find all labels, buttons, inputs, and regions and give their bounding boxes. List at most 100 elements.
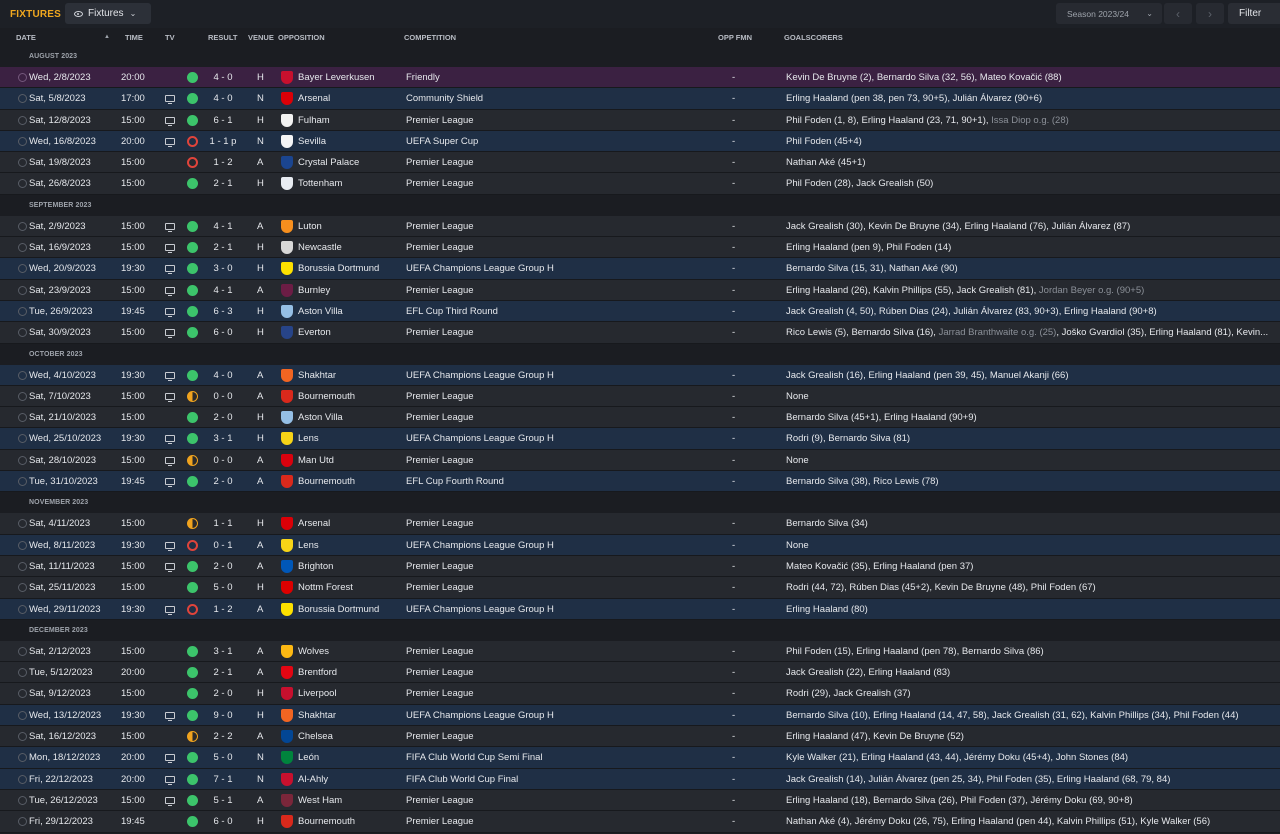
fixture-score[interactable]: 1 - 2 bbox=[202, 157, 244, 168]
competition-link[interactable]: Premier League bbox=[406, 412, 474, 423]
fixture-row[interactable]: Wed, 16/8/2023 20:00 1 - 1 p N Sevilla UEFA S… bbox=[0, 130, 1280, 153]
fixture-score[interactable]: 3 - 1 bbox=[202, 433, 244, 444]
fixture-score[interactable]: 5 - 0 bbox=[202, 752, 244, 763]
competition-link[interactable]: Friendly bbox=[406, 72, 440, 83]
opposition-link[interactable]: Borussia Dortmund bbox=[298, 263, 379, 274]
competition-link[interactable]: FIFA Club World Cup Final bbox=[406, 774, 518, 785]
fixture-row[interactable]: Sat, 28/10/2023 15:00 0 - 0 A Man Utd Premier… bbox=[0, 449, 1280, 472]
row-select-checkbox[interactable] bbox=[18, 689, 27, 699]
column-header-result[interactable]: RESULT bbox=[208, 33, 237, 42]
fixture-score[interactable]: 2 - 1 bbox=[202, 242, 244, 253]
row-select-checkbox[interactable] bbox=[18, 583, 27, 593]
opposition-link[interactable]: Liverpool bbox=[298, 688, 337, 699]
competition-link[interactable]: Premier League bbox=[406, 221, 474, 232]
fixture-row[interactable]: Sat, 26/8/2023 15:00 2 - 1 H Tottenham Premie… bbox=[0, 173, 1280, 195]
fixture-row[interactable]: Sat, 30/9/2023 15:00 6 - 0 H Everton Premier … bbox=[0, 322, 1280, 344]
competition-link[interactable]: Premier League bbox=[406, 455, 474, 466]
fixture-score[interactable]: 4 - 0 bbox=[202, 370, 244, 381]
fixture-row[interactable]: Sat, 2/12/2023 15:00 3 - 1 A Wolves Premier L… bbox=[0, 640, 1280, 663]
row-select-checkbox[interactable] bbox=[18, 391, 27, 401]
fixture-row[interactable]: Wed, 20/9/2023 19:30 3 - 0 H Borussia Dortmu… bbox=[0, 258, 1280, 280]
row-select-checkbox[interactable] bbox=[18, 306, 27, 316]
row-select-checkbox[interactable] bbox=[18, 455, 27, 465]
row-select-checkbox[interactable] bbox=[18, 434, 27, 444]
fixture-row[interactable]: Tue, 5/12/2023 20:00 2 - 1 A Brentford Premie… bbox=[0, 662, 1280, 684]
column-header-date[interactable]: DATE bbox=[16, 33, 36, 42]
opposition-link[interactable]: Aston Villa bbox=[298, 412, 343, 423]
fixture-score[interactable]: 1 - 1 bbox=[202, 518, 244, 529]
fixture-row[interactable]: Sat, 19/8/2023 15:00 1 - 2 A Crystal Palace P… bbox=[0, 152, 1280, 174]
competition-link[interactable]: Premier League bbox=[406, 795, 474, 806]
fixture-score[interactable]: 5 - 0 bbox=[202, 582, 244, 593]
opposition-link[interactable]: Shakhtar bbox=[298, 370, 336, 381]
row-select-checkbox[interactable] bbox=[18, 561, 27, 571]
fixture-row[interactable]: Sat, 5/8/2023 17:00 4 - 0 N Arsenal Community… bbox=[0, 88, 1280, 110]
opposition-link[interactable]: Al-Ahly bbox=[298, 774, 328, 785]
fixture-score[interactable]: 2 - 0 bbox=[202, 412, 244, 423]
opposition-link[interactable]: Sevilla bbox=[298, 136, 326, 147]
competition-link[interactable]: Premier League bbox=[406, 646, 474, 657]
fixture-row[interactable]: Sat, 4/11/2023 15:00 1 - 1 H Arsenal Premier … bbox=[0, 513, 1280, 535]
season-dropdown[interactable]: Season 2023/24 ⌄ bbox=[1056, 3, 1162, 24]
fixture-row[interactable]: Mon, 18/12/2023 20:00 5 - 0 N León FIFA Club … bbox=[0, 747, 1280, 769]
row-select-checkbox[interactable] bbox=[18, 646, 27, 656]
opposition-link[interactable]: Newcastle bbox=[298, 242, 342, 253]
competition-link[interactable]: EFL Cup Fourth Round bbox=[406, 476, 504, 487]
row-select-checkbox[interactable] bbox=[18, 136, 27, 146]
fixture-score[interactable]: 0 - 1 bbox=[202, 540, 244, 551]
fixture-row[interactable]: Fri, 29/12/2023 19:45 6 - 0 H Bournemouth Pre… bbox=[0, 811, 1280, 833]
view-dropdown[interactable]: Fixtures ⌄ bbox=[65, 3, 151, 24]
fixture-score[interactable]: 4 - 0 bbox=[202, 72, 244, 83]
next-season-button[interactable]: › bbox=[1196, 3, 1224, 24]
previous-season-button[interactable]: ‹ bbox=[1164, 3, 1192, 24]
competition-link[interactable]: Premier League bbox=[406, 561, 474, 572]
opposition-link[interactable]: Fulham bbox=[298, 115, 330, 126]
opposition-link[interactable]: Bournemouth bbox=[298, 476, 355, 487]
column-header-opposition[interactable]: OPPOSITION bbox=[278, 33, 325, 42]
opposition-link[interactable]: Lens bbox=[298, 540, 319, 551]
fixture-score[interactable]: 2 - 0 bbox=[202, 688, 244, 699]
fixture-score[interactable]: 3 - 0 bbox=[202, 263, 244, 274]
fixture-row[interactable]: Sat, 2/9/2023 15:00 4 - 1 A Luton Premier Lea… bbox=[0, 215, 1280, 238]
fixture-row[interactable]: Wed, 8/11/2023 19:30 0 - 1 A Lens UEFA Champi… bbox=[0, 534, 1280, 556]
row-select-checkbox[interactable] bbox=[18, 413, 27, 423]
competition-link[interactable]: Premier League bbox=[406, 816, 474, 827]
fixture-row[interactable]: Tue, 31/10/2023 19:45 2 - 0 A Bournemouth EFL… bbox=[0, 471, 1280, 493]
competition-link[interactable]: Community Shield bbox=[406, 93, 483, 104]
row-select-checkbox[interactable] bbox=[18, 519, 27, 529]
column-header-goalscorers[interactable]: GOALSCORERS bbox=[784, 33, 843, 42]
competition-link[interactable]: UEFA Champions League Group H bbox=[406, 710, 554, 721]
fixture-score[interactable]: 7 - 1 bbox=[202, 774, 244, 785]
competition-link[interactable]: Premier League bbox=[406, 115, 474, 126]
opposition-link[interactable]: Bournemouth bbox=[298, 816, 355, 827]
fixture-score[interactable]: 2 - 2 bbox=[202, 731, 244, 742]
row-select-checkbox[interactable] bbox=[18, 774, 27, 784]
opposition-link[interactable]: Nottm Forest bbox=[298, 582, 353, 593]
fixture-row[interactable]: Tue, 26/12/2023 15:00 5 - 1 A West Ham Premie… bbox=[0, 789, 1280, 812]
fixture-row[interactable]: Sat, 12/8/2023 15:00 6 - 1 H Fulham Premier L… bbox=[0, 109, 1280, 131]
competition-link[interactable]: Premier League bbox=[406, 688, 474, 699]
fixture-row[interactable]: Wed, 29/11/2023 19:30 1 - 2 A Borussia Dortm… bbox=[0, 598, 1280, 620]
fixture-row[interactable]: Sat, 16/12/2023 15:00 2 - 2 A Chelsea Premier… bbox=[0, 726, 1280, 748]
opposition-link[interactable]: León bbox=[298, 752, 319, 763]
fixture-row[interactable]: Wed, 2/8/2023 20:00 4 - 0 H Bayer Leverkusen… bbox=[0, 67, 1280, 89]
competition-link[interactable]: Premier League bbox=[406, 667, 474, 678]
fixture-row[interactable]: Fri, 22/12/2023 20:00 7 - 1 N Al-Ahly FIFA Cl… bbox=[0, 768, 1280, 790]
opposition-link[interactable]: Arsenal bbox=[298, 518, 330, 529]
fixture-score[interactable]: 6 - 3 bbox=[202, 306, 244, 317]
opposition-link[interactable]: Chelsea bbox=[298, 731, 333, 742]
opposition-link[interactable]: Man Utd bbox=[298, 455, 334, 466]
opposition-link[interactable]: Luton bbox=[298, 221, 322, 232]
filter-button[interactable]: Filter bbox=[1228, 3, 1280, 24]
opposition-link[interactable]: West Ham bbox=[298, 795, 342, 806]
row-select-checkbox[interactable] bbox=[18, 73, 27, 82]
row-select-checkbox[interactable] bbox=[18, 243, 27, 253]
opposition-link[interactable]: Brentford bbox=[298, 667, 337, 678]
opposition-link[interactable]: Everton bbox=[298, 327, 331, 338]
opposition-link[interactable]: Arsenal bbox=[298, 93, 330, 104]
fixture-score[interactable]: 0 - 0 bbox=[202, 391, 244, 402]
fixture-score[interactable]: 4 - 1 bbox=[202, 221, 244, 232]
fixture-row[interactable]: Sat, 21/10/2023 15:00 2 - 0 H Aston Villa Pre… bbox=[0, 407, 1280, 429]
row-select-checkbox[interactable] bbox=[18, 604, 27, 614]
competition-link[interactable]: Premier League bbox=[406, 582, 474, 593]
